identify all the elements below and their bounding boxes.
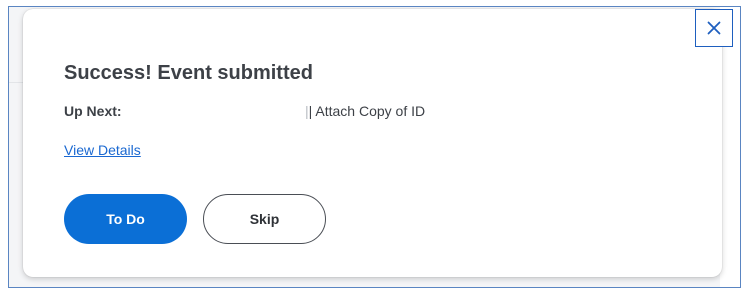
close-icon	[707, 21, 721, 35]
close-button[interactable]	[695, 9, 733, 47]
skip-button-label: Skip	[249, 211, 280, 227]
view-details-link[interactable]: View Details	[64, 142, 141, 158]
todo-button[interactable]: To Do	[64, 194, 187, 244]
up-next-label: Up Next:	[64, 103, 122, 119]
todo-button-label: To Do	[106, 211, 145, 227]
up-next-task: | Attach Copy of ID	[308, 103, 426, 119]
dialog-title: Success! Event submitted	[64, 62, 313, 84]
skip-button[interactable]: Skip	[203, 194, 326, 244]
up-next-value: || Attach Copy of ID	[305, 103, 425, 119]
backdrop-panel	[720, 7, 740, 287]
